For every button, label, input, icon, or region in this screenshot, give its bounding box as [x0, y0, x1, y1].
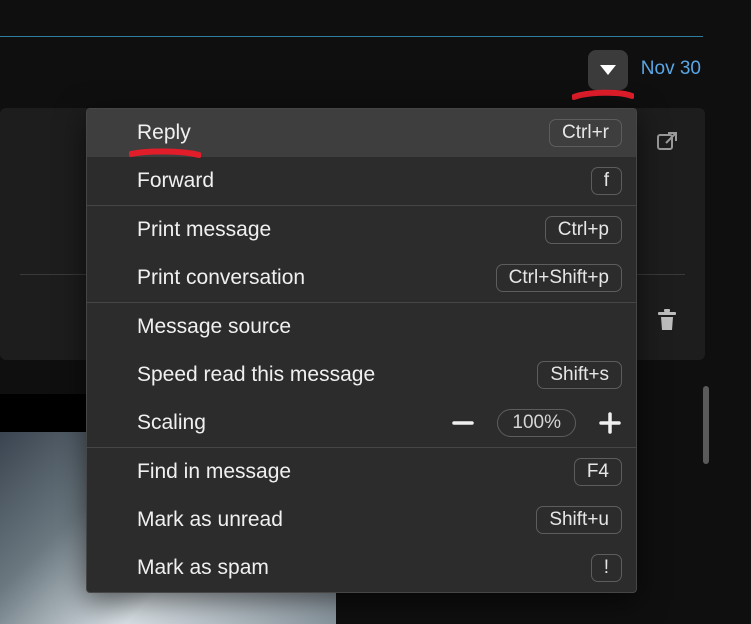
- menu-item-scaling[interactable]: Scaling 100%: [87, 399, 636, 447]
- menu-item-label: Message source: [137, 315, 291, 339]
- scaling-controls: 100%: [451, 409, 622, 437]
- chevron-down-icon: [599, 64, 617, 76]
- zoom-out-button[interactable]: [451, 411, 475, 435]
- menu-item-shortcut: !: [591, 554, 622, 582]
- message-actions-menu: ReplyCtrl+rForwardfPrint messageCtrl+pPr…: [86, 108, 637, 593]
- header-divider: [0, 36, 703, 37]
- menu-item-reply[interactable]: Reply Ctrl+r: [87, 109, 636, 157]
- menu-item-mark-as-unread[interactable]: Mark as unread Shift+u: [87, 496, 636, 544]
- message-actions-dropdown-trigger[interactable]: [588, 50, 628, 90]
- menu-item-forward[interactable]: Forward f: [87, 157, 636, 205]
- annotation-underline-trigger: [572, 89, 634, 105]
- open-external-icon[interactable]: [655, 130, 679, 154]
- menu-item-mark-as-spam[interactable]: Mark as spam!: [87, 544, 636, 592]
- menu-item-label: Find in message: [137, 460, 291, 484]
- menu-item-message-source[interactable]: Message source: [87, 303, 636, 351]
- menu-item-label: Print message: [137, 218, 271, 242]
- menu-item-shortcut: Ctrl+p: [545, 216, 622, 244]
- menu-item-shortcut: Shift+u: [536, 506, 622, 534]
- menu-item-shortcut: Ctrl+r: [549, 119, 622, 147]
- scrollbar-thumb[interactable]: [703, 386, 709, 464]
- zoom-in-button[interactable]: [598, 411, 622, 435]
- menu-item-speed-read-this-message[interactable]: Speed read this message Shift+s: [87, 351, 636, 399]
- menu-item-print-conversation[interactable]: Print conversation Ctrl+Shift+p: [87, 254, 636, 302]
- menu-item-shortcut: F4: [574, 458, 622, 486]
- menu-item-shortcut: f: [591, 167, 622, 195]
- menu-item-find-in-message[interactable]: Find in message F4: [87, 448, 636, 496]
- menu-item-label: Mark as unread: [137, 508, 283, 532]
- message-date: Nov 30: [641, 58, 701, 80]
- menu-item-shortcut: Shift+s: [537, 361, 622, 389]
- menu-item-label: Scaling: [137, 411, 206, 435]
- menu-item-shortcut: Ctrl+Shift+p: [496, 264, 622, 292]
- menu-item-label: Reply: [137, 121, 191, 145]
- trash-icon[interactable]: [655, 308, 679, 332]
- menu-item-label: Speed read this message: [137, 363, 375, 387]
- menu-item-label: Print conversation: [137, 266, 305, 290]
- zoom-level: 100%: [497, 409, 576, 437]
- menu-item-label: Forward: [137, 169, 214, 193]
- menu-item-print-message[interactable]: Print message Ctrl+p: [87, 206, 636, 254]
- menu-item-label: Mark as spam: [137, 556, 269, 580]
